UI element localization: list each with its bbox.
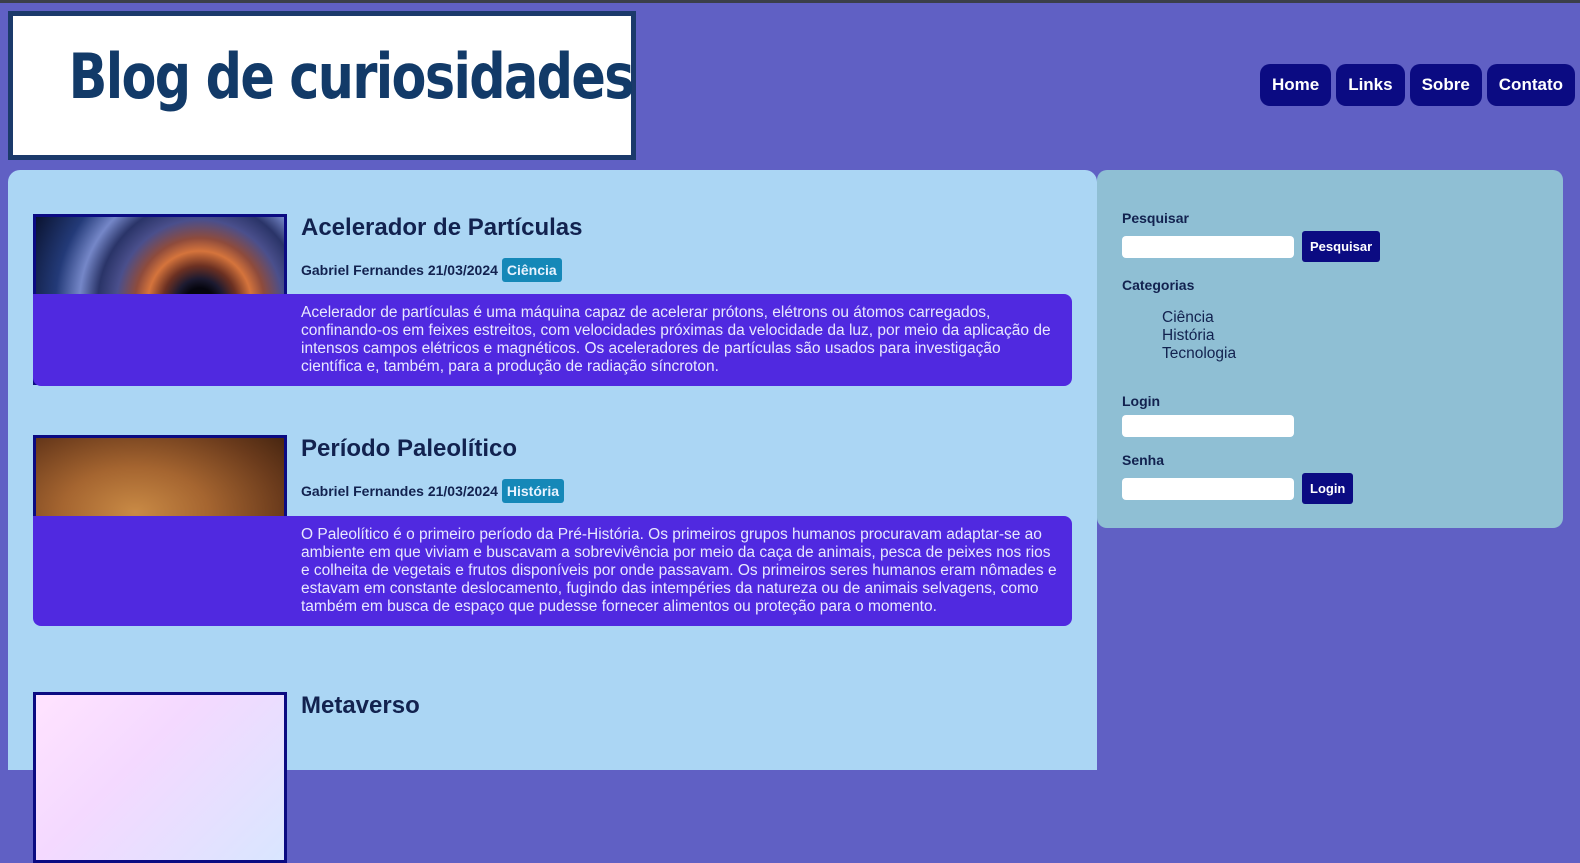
search-button[interactable]: Pesquisar bbox=[1302, 231, 1381, 262]
post-image-metaverse[interactable] bbox=[33, 692, 287, 863]
sidebar: Pesquisar Pesquisar Categorias Ciência H… bbox=[1097, 170, 1563, 528]
category-link-historia[interactable]: História bbox=[1162, 327, 1236, 345]
post-title[interactable]: Metaverso bbox=[301, 692, 420, 720]
category-list: Ciência História Tecnologia bbox=[1162, 309, 1236, 363]
category-badge[interactable]: História bbox=[501, 479, 565, 503]
top-border bbox=[0, 0, 1580, 3]
category-badge[interactable]: Ciência bbox=[501, 258, 562, 282]
nav-home[interactable]: Home bbox=[1259, 64, 1332, 106]
post-excerpt-text: Acelerador de partículas é uma máquina c… bbox=[301, 304, 1051, 375]
main-nav: Home Links Sobre Contato bbox=[1259, 64, 1575, 106]
post-excerpt-body: O Paleolítico é o primeiro período da Pr… bbox=[301, 526, 1057, 615]
post-title[interactable]: Período Paleolítico bbox=[301, 435, 517, 463]
post-title[interactable]: Acelerador de Partículas bbox=[301, 214, 582, 242]
login-label: Login bbox=[1122, 393, 1161, 409]
nav-sobre[interactable]: Sobre bbox=[1409, 64, 1482, 106]
site-title: Blog de curiosidades bbox=[68, 40, 635, 113]
post-excerpt-text: O Paleolítico é o primeiro período da Pr… bbox=[43, 526, 1062, 616]
post-author-date: Gabriel Fernandes 21/03/2024 bbox=[301, 262, 498, 278]
search-label: Pesquisar bbox=[1122, 210, 1189, 226]
password-input[interactable] bbox=[1122, 478, 1294, 500]
category-link-ciencia[interactable]: Ciência bbox=[1162, 309, 1236, 327]
password-label: Senha bbox=[1122, 452, 1165, 468]
post-excerpt: O Paleolítico é o primeiro período da Pr… bbox=[33, 516, 1072, 626]
post-meta: Gabriel Fernandes 21/03/2024 História bbox=[301, 479, 565, 503]
search-input[interactable] bbox=[1122, 236, 1294, 258]
site-logo[interactable]: Blog de curiosidades bbox=[8, 11, 636, 160]
categories-label: Categorias bbox=[1122, 277, 1195, 293]
category-link-tecnologia[interactable]: Tecnologia bbox=[1162, 345, 1236, 363]
login-input[interactable] bbox=[1122, 415, 1294, 437]
post-meta: Gabriel Fernandes 21/03/2024 Ciência bbox=[301, 258, 562, 282]
image-float-spacer bbox=[43, 526, 301, 614]
post-author-date: Gabriel Fernandes 21/03/2024 bbox=[301, 483, 498, 499]
login-button[interactable]: Login bbox=[1302, 473, 1354, 504]
posts-area: Acelerador de Partículas Gabriel Fernand… bbox=[8, 170, 1097, 863]
post-excerpt: Acelerador de partículas é uma máquina c… bbox=[33, 294, 1072, 386]
metaverse-image bbox=[36, 695, 284, 860]
nav-contato[interactable]: Contato bbox=[1486, 64, 1575, 106]
nav-links[interactable]: Links bbox=[1336, 64, 1405, 106]
